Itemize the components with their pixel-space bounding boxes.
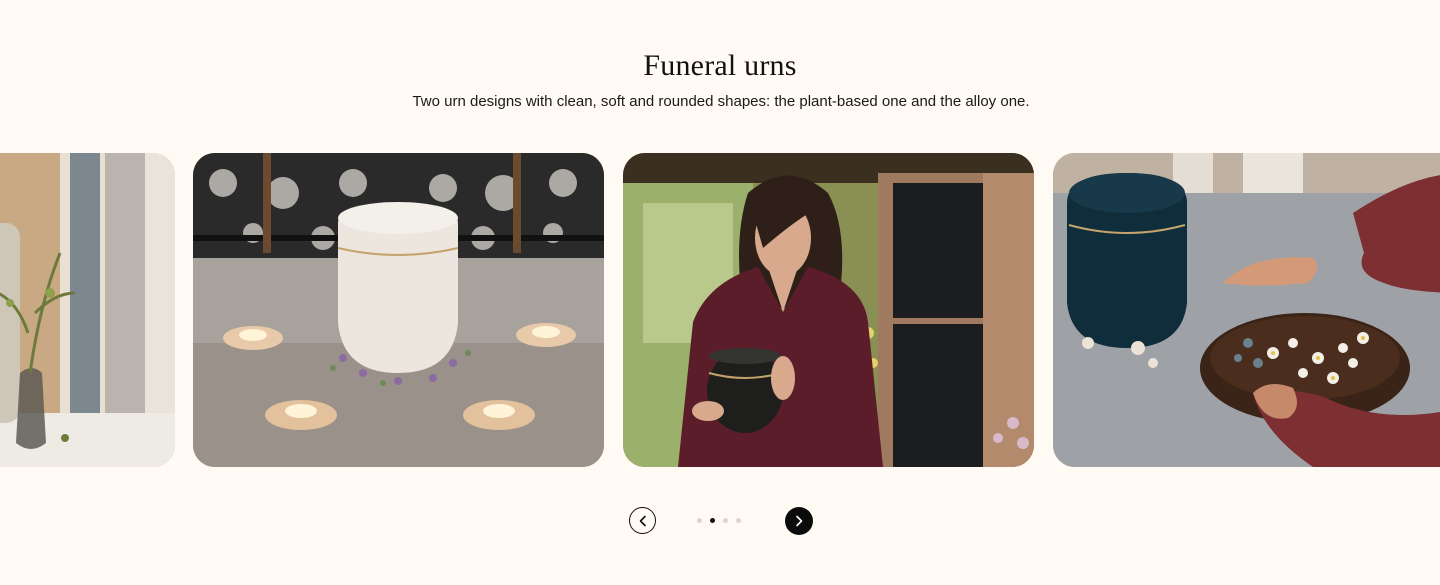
section-title: Funeral urns bbox=[643, 49, 797, 82]
section-subtitle: Two urn designs with clean, soft and rou… bbox=[412, 93, 1030, 110]
chevron-left-icon bbox=[639, 515, 646, 526]
slide-image-cream-urn bbox=[193, 153, 604, 467]
carousel-next-button[interactable] bbox=[785, 507, 813, 535]
slide-image-vase bbox=[0, 153, 175, 467]
chevron-right-icon bbox=[796, 515, 803, 527]
slide-image-woman-urn bbox=[623, 153, 1034, 467]
carousel-pagination bbox=[697, 518, 741, 523]
pagination-dot[interactable] bbox=[697, 518, 702, 523]
carousel-slide-woman-urn[interactable] bbox=[623, 153, 1034, 467]
carousel-slide-cream-urn[interactable] bbox=[193, 153, 604, 467]
carousel-slide-vase[interactable] bbox=[0, 153, 175, 467]
pagination-dot[interactable] bbox=[736, 518, 741, 523]
pagination-dot-active[interactable] bbox=[710, 518, 715, 523]
carousel-slide-navy-urn[interactable] bbox=[1053, 153, 1440, 467]
carousel-track[interactable] bbox=[0, 153, 1440, 467]
pagination-dot[interactable] bbox=[723, 518, 728, 523]
funeral-urns-section: Funeral urns Two urn designs with clean,… bbox=[0, 0, 1440, 585]
carousel-prev-button[interactable] bbox=[629, 507, 656, 534]
carousel-navigation bbox=[629, 507, 814, 536]
slide-image-navy-urn bbox=[1053, 153, 1440, 467]
